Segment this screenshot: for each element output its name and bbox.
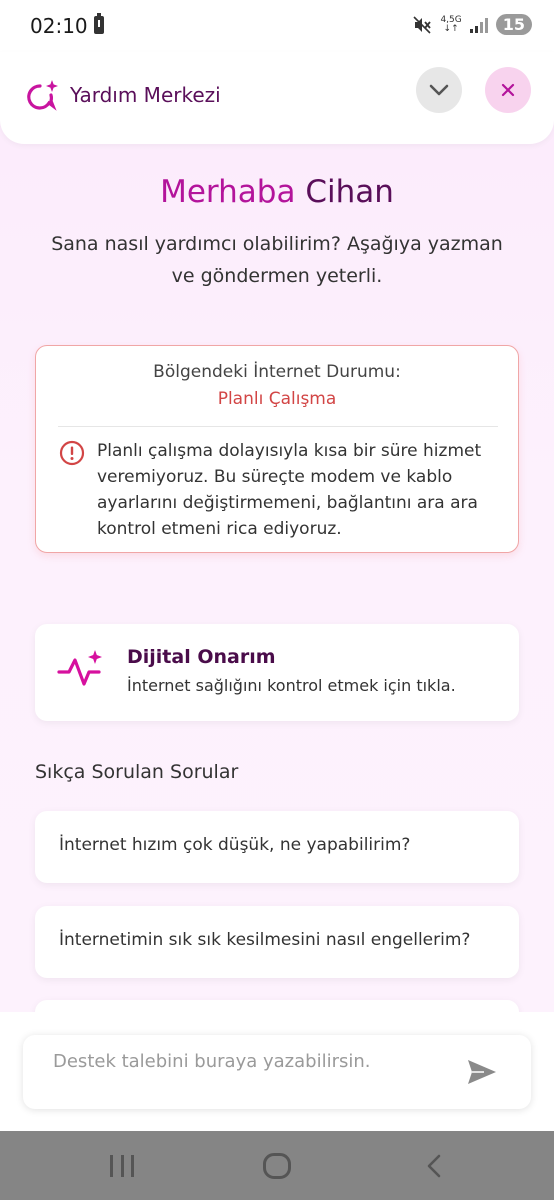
input-placeholder: Destek talebini buraya yazabilirsin. bbox=[53, 1051, 371, 1072]
chevron-down-icon bbox=[429, 84, 449, 96]
back-button[interactable] bbox=[424, 1153, 444, 1179]
alert-message: Planlı çalışma dolayısıyla kısa bir süre… bbox=[97, 441, 482, 539]
status-right: 4,5G ↓↑ 15 bbox=[412, 14, 532, 35]
pulse-sparkle-icon bbox=[57, 650, 102, 686]
status-bar: 02:10 4,5G ↓↑ 15 bbox=[0, 0, 554, 52]
greeting-name: Cihan bbox=[305, 174, 394, 210]
repair-subtitle: İnternet sağlığını kontrol etmek için tı… bbox=[127, 676, 456, 695]
app-header: Yardım Merkezi bbox=[0, 52, 554, 144]
network-indicator: 4,5G ↓↑ bbox=[440, 14, 462, 34]
internet-status-card: Bölgendeki İnternet Durumu: Planlı Çalış… bbox=[35, 345, 519, 553]
greeting-title: Merhaba Cihan bbox=[0, 174, 554, 210]
greeting-subtitle: Sana nasıl yardımcı olabilirim? Aşağıya … bbox=[51, 233, 503, 287]
alert-divider bbox=[58, 426, 498, 427]
info-icon bbox=[59, 440, 85, 466]
send-icon[interactable] bbox=[466, 1058, 498, 1086]
signal-icon bbox=[469, 17, 488, 33]
greeting-hello: Merhaba bbox=[160, 174, 296, 210]
alert-status: Planlı Çalışma bbox=[217, 389, 337, 409]
support-request-input[interactable]: Destek talebini buraya yazabilirsin. bbox=[23, 1035, 531, 1109]
close-button[interactable] bbox=[485, 67, 531, 113]
repair-title: Dijital Onarım bbox=[127, 646, 276, 668]
battery-alert-icon bbox=[94, 13, 104, 34]
input-bar: Destek talebini buraya yazabilirsin. bbox=[0, 1012, 554, 1131]
faq-item[interactable]: İnternet hızım çok düşük, ne yapabilirim… bbox=[35, 811, 519, 883]
home-button[interactable] bbox=[263, 1153, 291, 1179]
collapse-button[interactable] bbox=[416, 67, 462, 113]
close-icon bbox=[501, 83, 515, 97]
recent-apps-button[interactable] bbox=[110, 1155, 134, 1177]
alert-title: Bölgendeki İnternet Durumu: bbox=[153, 362, 401, 382]
chat-sparkle-icon bbox=[27, 80, 58, 111]
faq-item[interactable]: İnternetimin sık sık kesilmesini nasıl e… bbox=[35, 906, 519, 978]
status-time: 02:10 bbox=[30, 14, 88, 38]
mute-icon bbox=[413, 15, 432, 34]
faq-heading: Sıkça Sorulan Sorular bbox=[35, 761, 239, 783]
page-title: Yardım Merkezi bbox=[70, 83, 221, 107]
digital-repair-card[interactable]: Dijital Onarım İnternet sağlığını kontro… bbox=[35, 624, 519, 721]
system-nav-bar bbox=[0, 1131, 554, 1200]
screen: 02:10 4,5G ↓↑ 15 Yardım Merkezi Merhaba … bbox=[0, 0, 554, 1200]
battery-level: 15 bbox=[495, 14, 532, 35]
